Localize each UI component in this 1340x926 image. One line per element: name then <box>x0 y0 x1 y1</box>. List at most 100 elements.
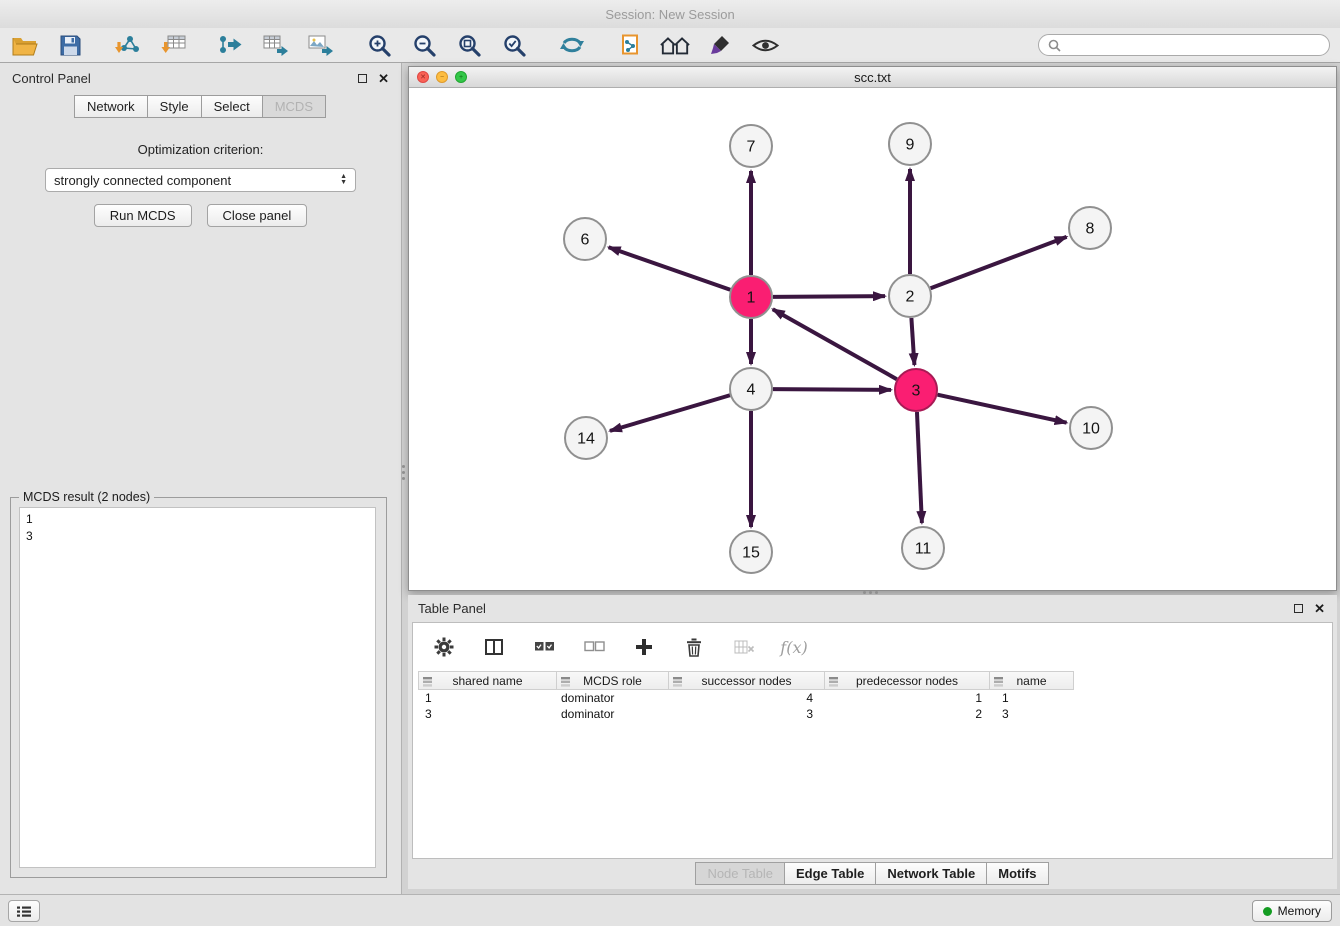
vertical-splitter[interactable] <box>399 455 407 489</box>
graph-node-label: 7 <box>747 139 756 156</box>
plus-icon <box>635 638 653 656</box>
refresh-layout-button[interactable] <box>557 31 587 59</box>
graph-node-6[interactable]: 6 <box>564 218 606 260</box>
network-window-titlebar[interactable]: ✕ − + scc.txt <box>409 67 1336 88</box>
memory-button[interactable]: Memory <box>1252 900 1332 922</box>
zoom-in-button[interactable] <box>364 31 394 59</box>
graph-edge-3-11[interactable] <box>917 412 922 523</box>
table-cell[interactable]: 2 <box>827 707 993 721</box>
zoom-out-button[interactable] <box>409 31 439 59</box>
minimize-window-icon[interactable]: − <box>436 71 448 83</box>
float-table-panel-icon[interactable] <box>1294 604 1303 613</box>
column-header[interactable]: MCDS role <box>556 671 669 690</box>
graph-edge-3-1[interactable] <box>773 309 897 379</box>
copy-network-button[interactable] <box>615 31 645 59</box>
close-panel-button[interactable]: Close panel <box>207 204 308 227</box>
graph-edge-3-10[interactable] <box>937 395 1066 423</box>
function-builder-button[interactable]: f(x) <box>779 633 809 661</box>
tab-edge-table[interactable]: Edge Table <box>784 862 876 885</box>
graph-node-11[interactable]: 11 <box>902 527 944 569</box>
graph-node-9[interactable]: 9 <box>889 123 931 165</box>
close-panel-icon[interactable]: ✕ <box>378 74 389 83</box>
columns-icon <box>485 639 503 655</box>
deselect-all-button[interactable] <box>579 633 609 661</box>
apply-style-button[interactable] <box>705 31 735 59</box>
graph-node-8[interactable]: 8 <box>1069 207 1111 249</box>
open-session-button[interactable] <box>10 31 40 59</box>
graph-svg[interactable]: 7 9 6 8 1 2 4 3 14 10 15 11 <box>409 88 1336 590</box>
export-network-button[interactable] <box>216 31 246 59</box>
export-image-button[interactable] <box>306 31 336 59</box>
table-cell[interactable]: dominator <box>557 691 670 705</box>
table-row[interactable]: 1dominator411 <box>418 690 1332 706</box>
run-mcds-button[interactable]: Run MCDS <box>94 204 192 227</box>
float-panel-icon[interactable] <box>358 74 367 83</box>
graph-edge-2-8[interactable] <box>931 237 1067 288</box>
optimization-dropdown[interactable]: strongly connected component ▲▼ <box>45 168 356 192</box>
table-row[interactable]: 3dominator323 <box>418 706 1332 722</box>
tab-mcds[interactable]: MCDS <box>262 95 326 118</box>
maximize-window-icon[interactable]: + <box>455 71 467 83</box>
table-cell[interactable]: 1 <box>418 691 557 705</box>
graph-edge-4-3[interactable] <box>773 389 891 390</box>
table-settings-button[interactable] <box>429 633 459 661</box>
import-network-button[interactable] <box>113 31 143 59</box>
graph-node-label: 14 <box>577 431 595 448</box>
table-cell[interactable]: 1 <box>993 691 1078 705</box>
hide-panels-button[interactable] <box>8 900 40 922</box>
node-table-header: shared nameMCDS rolesuccessor nodesprede… <box>418 671 1332 690</box>
tab-select[interactable]: Select <box>201 95 263 118</box>
search-input[interactable] <box>1067 38 1320 52</box>
graph-edge-4-14[interactable] <box>610 395 730 431</box>
column-header[interactable]: predecessor nodes <box>824 671 990 690</box>
graph-edge-2-3[interactable] <box>911 318 914 365</box>
tab-node-table[interactable]: Node Table <box>695 862 785 885</box>
search-icon <box>1048 39 1061 52</box>
horizontal-splitter[interactable] <box>848 589 892 595</box>
graph-node-7[interactable]: 7 <box>730 125 772 167</box>
graph-node-15[interactable]: 15 <box>730 531 772 573</box>
graph-node-14[interactable]: 14 <box>565 417 607 459</box>
show-columns-button[interactable] <box>479 633 509 661</box>
zoom-selected-button[interactable] <box>499 31 529 59</box>
graph-node-3[interactable]: 3 <box>895 369 937 411</box>
graph-node-2[interactable]: 2 <box>889 275 931 317</box>
table-cell[interactable]: dominator <box>557 707 670 721</box>
close-window-icon[interactable]: ✕ <box>417 71 429 83</box>
tab-network-table[interactable]: Network Table <box>875 862 987 885</box>
window-titlebar[interactable]: Session: New Session <box>0 0 1340 28</box>
control-panel-header: Control Panel ✕ <box>0 63 401 86</box>
import-table-button[interactable] <box>158 31 188 59</box>
delete-table-button[interactable] <box>729 633 759 661</box>
table-cell[interactable]: 3 <box>670 707 827 721</box>
delete-column-button[interactable] <box>679 633 709 661</box>
table-cell[interactable]: 3 <box>418 707 557 721</box>
tab-motifs[interactable]: Motifs <box>986 862 1048 885</box>
export-table-button[interactable] <box>261 31 291 59</box>
graph-node-label: 8 <box>1086 221 1095 238</box>
graph-node-10[interactable]: 10 <box>1070 407 1112 449</box>
table-cell[interactable]: 3 <box>993 707 1078 721</box>
view-toggle-button[interactable] <box>750 31 780 59</box>
column-header[interactable]: shared name <box>418 671 557 690</box>
table-cell[interactable]: 1 <box>827 691 993 705</box>
column-header[interactable]: name <box>989 671 1074 690</box>
save-session-button[interactable] <box>55 31 85 59</box>
status-bar: Memory <box>0 894 1340 926</box>
home-icon <box>660 35 690 56</box>
table-cell[interactable]: 4 <box>670 691 827 705</box>
zoom-fit-button[interactable] <box>454 31 484 59</box>
select-all-button[interactable] <box>529 633 559 661</box>
graph-node-4[interactable]: 4 <box>730 368 772 410</box>
close-table-panel-icon[interactable]: ✕ <box>1314 604 1325 613</box>
search-box[interactable] <box>1038 34 1330 56</box>
tab-style[interactable]: Style <box>147 95 202 118</box>
column-header[interactable]: successor nodes <box>668 671 825 690</box>
mcds-result-text[interactable]: 1 3 <box>19 507 376 868</box>
graph-edge-1-2[interactable] <box>773 296 885 297</box>
tab-network[interactable]: Network <box>74 95 148 118</box>
home-button[interactable] <box>660 31 690 59</box>
graph-node-1[interactable]: 1 <box>730 276 772 318</box>
add-column-button[interactable] <box>629 633 659 661</box>
graph-edge-1-6[interactable] <box>609 247 731 289</box>
